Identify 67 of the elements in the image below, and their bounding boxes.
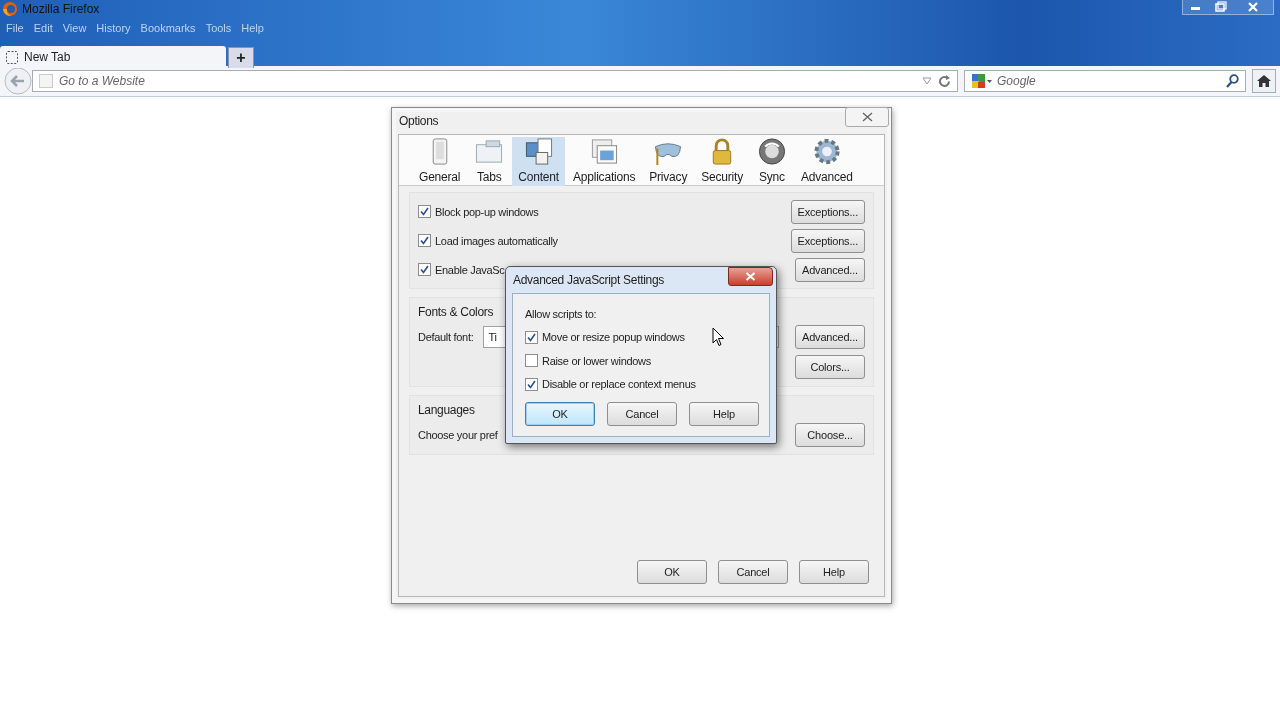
pane-tab[interactable]: Privacy xyxy=(643,137,694,186)
browser-logo-icon xyxy=(2,1,18,17)
address-field[interactable]: Go to a Website xyxy=(59,74,916,88)
menu-item[interactable]: Bookmarks xyxy=(140,22,196,34)
pane-tab[interactable]: Content xyxy=(512,137,565,186)
section-heading: Allow scripts to: xyxy=(525,307,597,320)
dialog-button[interactable]: OK xyxy=(525,402,595,426)
close-icon xyxy=(861,112,873,122)
search-field[interactable]: Google xyxy=(997,74,1222,88)
section-heading: Languages xyxy=(418,402,475,419)
checkbox[interactable] xyxy=(525,354,538,368)
cursor-icon xyxy=(712,327,725,347)
browser-tab[interactable]: New Tab xyxy=(0,46,226,68)
checkbox[interactable] xyxy=(418,234,431,247)
settings-button[interactable]: Advanced... xyxy=(795,257,865,282)
new-tab-button[interactable]: + xyxy=(228,47,254,68)
checkbox-label: Move or resize popup windows xyxy=(542,331,685,344)
dialog-button[interactable]: OK xyxy=(637,560,707,584)
pane-tab[interactable]: Tabs xyxy=(468,137,511,186)
checkbox-label: Block pop-up windows xyxy=(435,205,539,218)
reload-icon[interactable] xyxy=(938,74,951,88)
checkbox-label: Raise or lower windows xyxy=(542,354,651,367)
window-title: Mozilla Firefox xyxy=(22,2,100,16)
settings-button[interactable]: Advanced... xyxy=(795,325,865,349)
dialog-title: Advanced JavaScript Settings xyxy=(513,273,665,287)
dialog-button[interactable]: Cancel xyxy=(718,560,788,584)
site-icon xyxy=(39,74,53,88)
pane-tab[interactable]: Advanced xyxy=(794,137,859,186)
dialog-title: Options xyxy=(399,114,439,128)
checkbox[interactable] xyxy=(525,377,538,391)
checkbox-label: Enable JavaSc xyxy=(435,263,505,276)
pane-tab[interactable]: Sync xyxy=(750,137,793,186)
close-button[interactable] xyxy=(728,266,773,286)
tab-label: New Tab xyxy=(24,50,71,64)
search-icon[interactable] xyxy=(1226,74,1239,88)
checkbox[interactable] xyxy=(525,330,538,344)
checkbox[interactable] xyxy=(418,263,431,276)
menu-item[interactable]: View xyxy=(62,22,87,34)
pane-tab[interactable]: Applications xyxy=(566,137,642,186)
dropdown-icon[interactable] xyxy=(922,77,932,85)
search-bar[interactable]: Google xyxy=(964,70,1246,92)
tabs-icon xyxy=(474,137,505,166)
section-heading: Fonts & Colors xyxy=(418,304,494,321)
pane-tab[interactable]: Security xyxy=(695,137,749,186)
menu-item[interactable]: File xyxy=(6,22,24,34)
settings-button[interactable]: Colors... xyxy=(795,355,865,379)
menu-item[interactable]: History xyxy=(96,22,131,34)
checkbox-label: Load images automatically xyxy=(435,234,558,247)
home-button[interactable] xyxy=(1252,69,1276,93)
settings-button[interactable]: Exceptions... xyxy=(790,199,865,224)
home-icon xyxy=(1256,74,1272,88)
menu-item[interactable]: Edit xyxy=(33,22,53,34)
page-icon xyxy=(6,50,18,64)
dialog-button[interactable]: Help xyxy=(689,402,759,426)
checkbox-label: Disable or replace context menus xyxy=(542,378,696,391)
search-engine-icon[interactable] xyxy=(971,73,993,89)
checkbox[interactable] xyxy=(418,205,431,218)
pane-tab[interactable]: General xyxy=(413,137,467,186)
settings-button[interactable]: Choose... xyxy=(795,423,865,447)
dialog-button[interactable]: Help xyxy=(799,560,869,584)
field-label: Default font: xyxy=(418,331,474,343)
gear-icon xyxy=(811,137,842,166)
dialog-button[interactable]: Cancel xyxy=(607,402,677,426)
settings-button[interactable]: Exceptions... xyxy=(790,228,865,253)
address-bar[interactable]: Go to a Website xyxy=(32,70,958,92)
close-icon xyxy=(745,271,756,281)
description-text: Choose your pref xyxy=(418,429,498,441)
